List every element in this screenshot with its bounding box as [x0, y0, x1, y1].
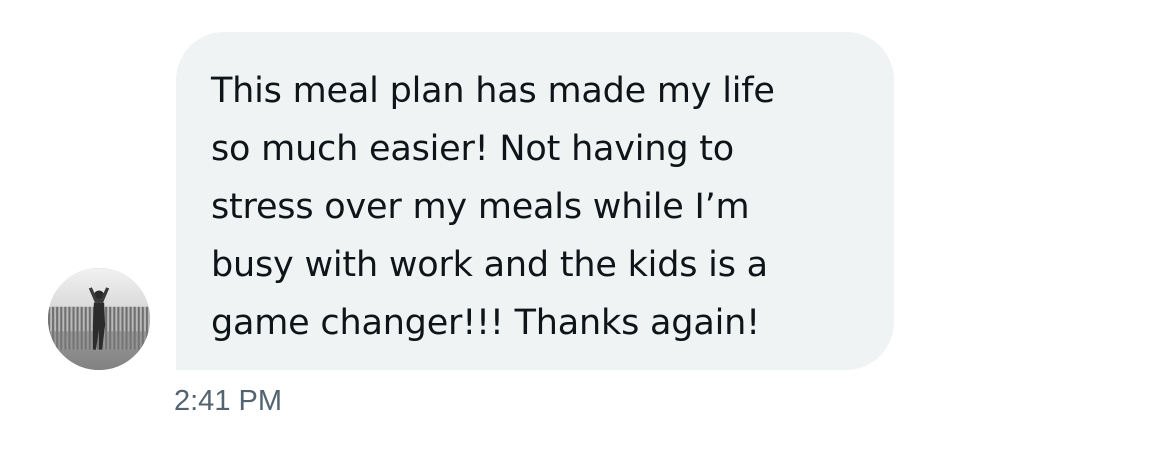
- message-bubble[interactable]: This meal plan has made my life so much …: [176, 32, 894, 370]
- sender-avatar[interactable]: [48, 268, 150, 370]
- avatar-photo-icon: [48, 268, 150, 370]
- message-timestamp: 2:41 PM: [174, 385, 282, 417]
- message-text: This meal plan has made my life so much …: [211, 71, 775, 343]
